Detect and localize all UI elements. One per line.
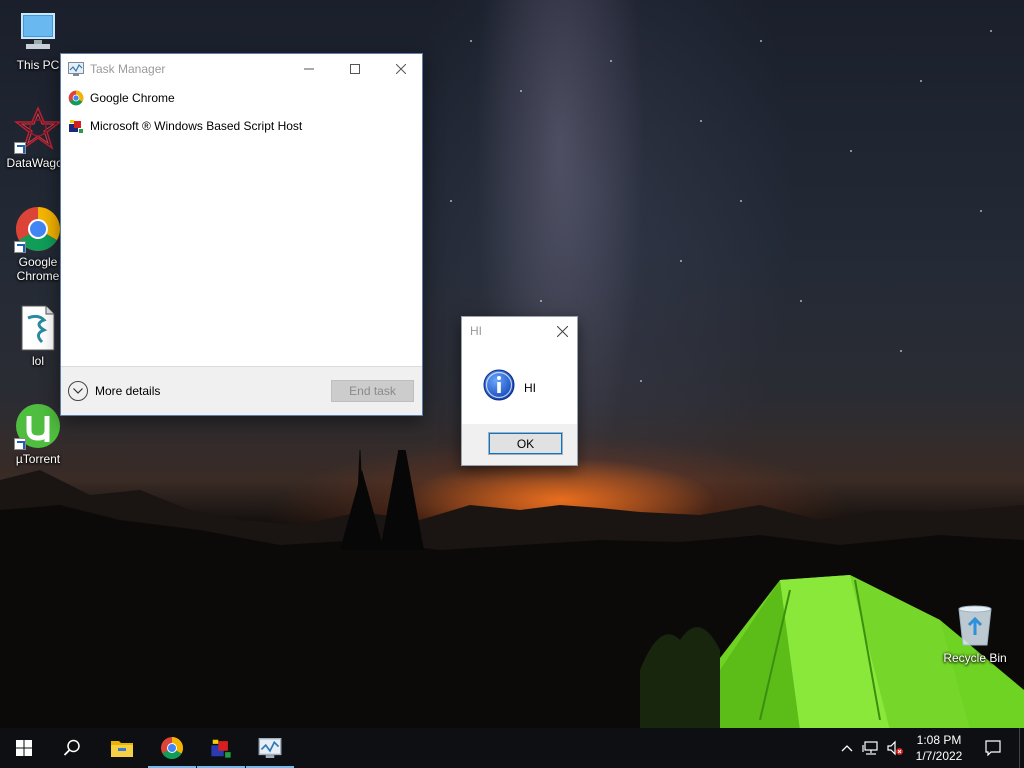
notification-icon (985, 740, 1001, 756)
window-title: Task Manager (90, 62, 166, 76)
action-center-button[interactable] (978, 728, 1008, 768)
maximize-icon (350, 64, 360, 74)
desktop-icon-recycle-bin[interactable]: Recycle Bin (937, 601, 1013, 665)
script-host-icon (68, 118, 84, 134)
start-icon (16, 740, 32, 756)
file-explorer-icon (111, 741, 133, 757)
process-name: Microsoft ® Windows Based Script Host (90, 119, 303, 133)
clock-date: 1/7/2022 (915, 749, 963, 763)
dialog-button-bar: OK (462, 424, 577, 465)
show-hidden-icons-button[interactable] (838, 728, 856, 768)
minimize-icon (304, 68, 314, 70)
utorrent-icon (14, 402, 62, 450)
task-manager-footer: More details End task (61, 366, 422, 415)
message-box-dialog: HI HI OK (461, 316, 578, 466)
end-task-button[interactable]: End task (331, 380, 414, 402)
task-manager-icon (68, 62, 84, 76)
volume-muted-icon (887, 740, 903, 756)
taskbar-script-host[interactable] (197, 728, 245, 768)
close-button[interactable] (378, 54, 424, 84)
maximize-button[interactable] (332, 54, 378, 84)
close-button[interactable] (547, 317, 577, 345)
task-manager-icon (258, 738, 282, 758)
chrome-icon (68, 90, 84, 106)
message-text: HI (524, 381, 536, 395)
datawagon-icon (13, 106, 63, 154)
show-desktop-button[interactable] (1019, 728, 1024, 768)
more-details-label: More details (95, 384, 161, 398)
volume-tray-button[interactable] (884, 728, 906, 768)
script-file-icon (14, 304, 62, 352)
ok-button[interactable]: OK (488, 432, 563, 455)
chrome-icon (14, 205, 62, 253)
close-icon (556, 325, 568, 337)
taskbar: 1:08 PM 1/7/2022 (0, 728, 1024, 768)
shortcut-arrow-icon (14, 142, 26, 154)
task-manager-window: Task Manager Google Chrome Microsoft ® W… (60, 53, 423, 416)
process-name: Google Chrome (90, 91, 175, 105)
info-icon (483, 369, 515, 401)
network-icon (862, 741, 878, 755)
search-button[interactable] (48, 728, 96, 768)
recycle-bin-icon (951, 601, 999, 649)
close-icon (396, 64, 406, 74)
shortcut-arrow-icon (14, 241, 26, 253)
taskbar-file-explorer[interactable] (98, 728, 146, 768)
taskbar-google-chrome[interactable] (148, 728, 196, 768)
process-list: Google Chrome Microsoft ® Windows Based … (61, 84, 422, 140)
task-manager-titlebar[interactable]: Task Manager (61, 54, 422, 84)
dialog-title: HI (470, 324, 482, 338)
minimize-button[interactable] (286, 54, 332, 84)
chevron-down-icon (68, 381, 88, 401)
search-icon (63, 739, 80, 756)
chrome-icon (161, 737, 183, 759)
desktop-icon-label: Recycle Bin (943, 651, 1007, 665)
clock-time: 1:08 PM (916, 733, 962, 747)
process-row-google-chrome[interactable]: Google Chrome (61, 84, 422, 112)
chevron-up-icon (841, 745, 853, 752)
start-button[interactable] (0, 728, 48, 768)
computer-icon (14, 8, 62, 56)
message-box-body: HI (462, 345, 577, 427)
script-host-icon (211, 739, 231, 758)
desktop-icon-label: µTorrent (15, 452, 61, 466)
taskbar-clock[interactable]: 1:08 PM 1/7/2022 (906, 732, 972, 764)
message-box-titlebar[interactable]: HI (462, 317, 577, 345)
shortcut-arrow-icon (14, 438, 26, 450)
network-tray-button[interactable] (860, 728, 882, 768)
more-details-toggle[interactable]: More details (68, 381, 160, 401)
process-row-script-host[interactable]: Microsoft ® Windows Based Script Host (61, 112, 422, 140)
taskbar-task-manager[interactable] (246, 728, 294, 768)
